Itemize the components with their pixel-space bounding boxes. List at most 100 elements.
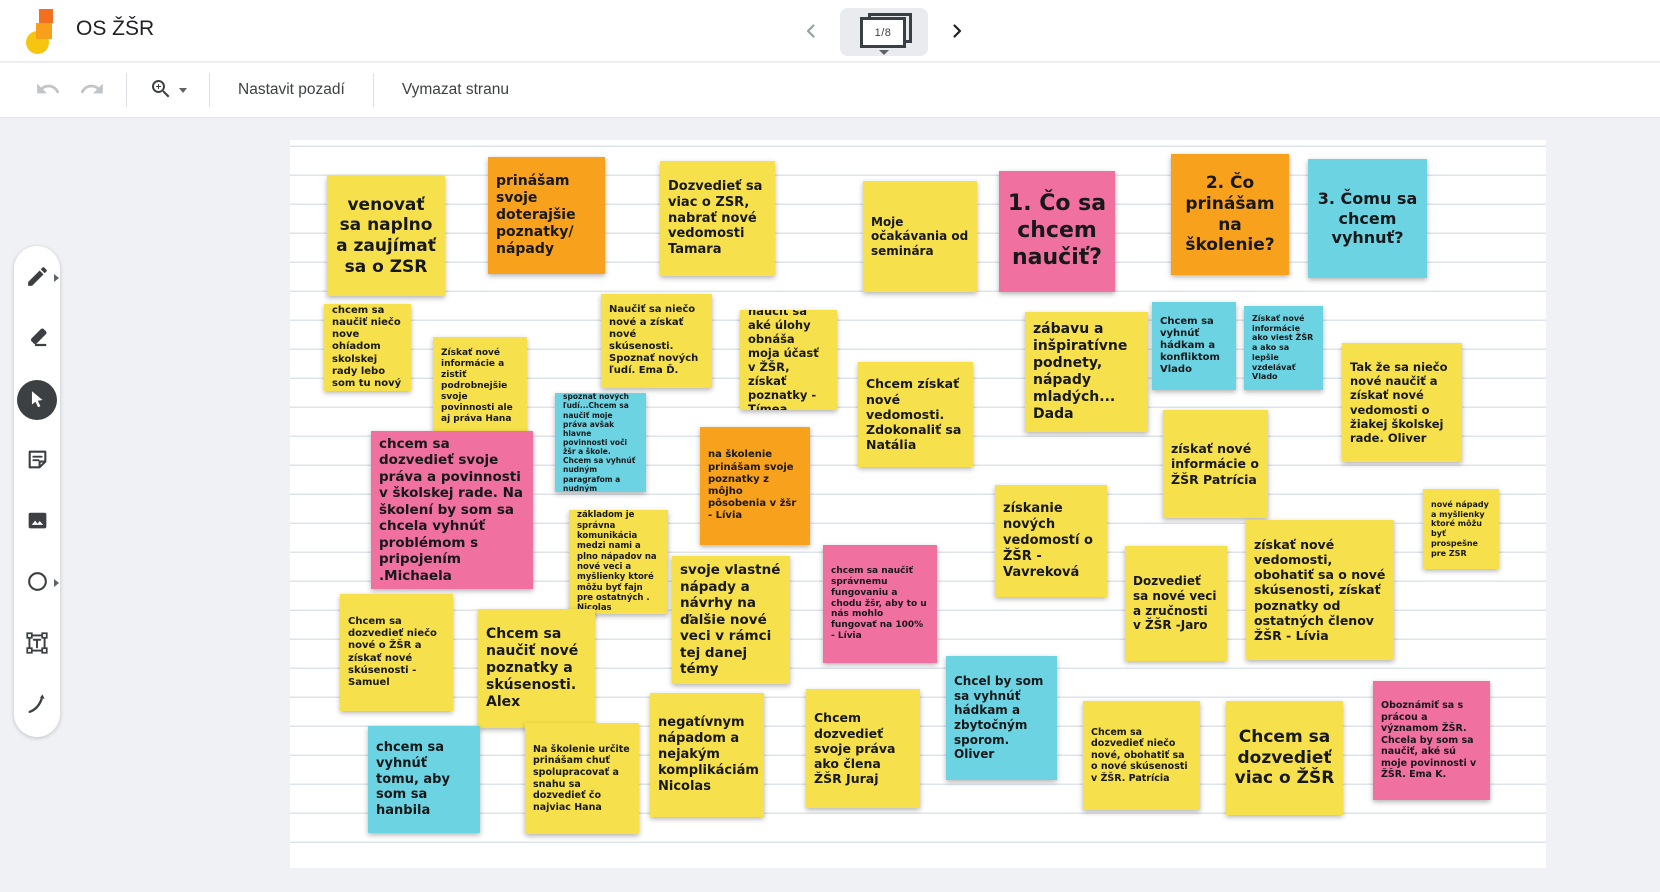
sticky-note[interactable]: získanie nových vedomostí o ŽŠR - Vavrek… [995, 485, 1107, 597]
chevron-right-icon [945, 19, 969, 46]
sticky-note-text: Získať nové informácie a zistiť podrobne… [441, 348, 519, 425]
tool-laser[interactable] [17, 685, 57, 725]
pen-icon [25, 264, 50, 292]
text-box-icon [24, 630, 50, 659]
previous-frame-button[interactable] [798, 19, 824, 45]
sticky-note[interactable]: Chcem získať nové vedomosti. Zdokonaliť … [858, 362, 973, 467]
sticky-note[interactable]: Naučiť sa niečo nové a získať nové skúse… [601, 294, 712, 388]
sticky-note[interactable]: chcem sa vyhnúť tomu, aby som sa hanbila [368, 726, 480, 833]
sticky-note[interactable]: Chcem sa dozvedieť niečo nové o ŽŠR a zí… [340, 594, 453, 711]
sticky-note[interactable]: prinášam svoje doterajšie poznatky/ nápa… [488, 157, 605, 274]
sticky-note[interactable]: Chcem dozvedieť svoje práva ako člena ŽŠ… [806, 689, 920, 808]
logo-square-top [39, 9, 53, 23]
sticky-note[interactable]: zábavu a inšpiratívne podnety, nápady ml… [1025, 312, 1148, 432]
sticky-note-text: 2. Čo prinášam na školenie? [1179, 173, 1281, 256]
sticky-note-text: Chcem dozvedieť svoje práva ako člena ŽŠ… [814, 710, 912, 786]
eraser-icon [25, 325, 50, 353]
undo-button[interactable] [26, 68, 70, 112]
select-cursor-icon [26, 388, 48, 413]
sticky-note[interactable]: základom je správna komunikácia medzi na… [569, 510, 668, 614]
sticky-note-text: chcem sa dozvedieť svoje práva a povinno… [379, 436, 525, 584]
sticky-note-text: Získať nové informácie ako viest ŽŠR a a… [1252, 314, 1315, 382]
toolbar-divider [209, 73, 210, 107]
sticky-note[interactable]: nové nápady a myšlienky ktoré môžu byť p… [1423, 489, 1499, 569]
sticky-note[interactable]: Dozvedieť sa viac o ZSR, nabrať nové ved… [660, 161, 775, 276]
jamboard-logo-icon[interactable] [26, 9, 64, 55]
tool-rail [14, 246, 60, 737]
app-header: OS ŽŠR 1/8 [0, 0, 1660, 62]
sticky-note-text: chcem sa naučiť niečo nove ohíadom skols… [332, 305, 403, 390]
caret-right-icon [54, 274, 59, 282]
sticky-note[interactable]: Obohatiť sa o nové vedomosti, zručnosti.… [555, 393, 646, 492]
board-canvas[interactable]: venovať sa naplno a zaujímať sa o ZSR pri… [290, 140, 1546, 868]
frame-selector-button[interactable]: 1/8 [840, 8, 928, 56]
sticky-note-text: získať nové vedomosti, obohatiť sa o nov… [1254, 537, 1386, 644]
sticky-note-text: Oboznámiť sa s prácou a významom ŽŠR. Ch… [1381, 700, 1482, 781]
sticky-note[interactable]: Získať nové informácie a zistiť podrobne… [433, 337, 527, 436]
sticky-note[interactable]: negatívnym nápadom a nejakým komplikáciá… [650, 693, 764, 817]
sticky-note[interactable]: Tak že sa niečo nové naučiť a získať nov… [1342, 343, 1462, 462]
tool-select[interactable] [17, 380, 57, 420]
set-background-button[interactable]: Nastavit pozadí [222, 71, 361, 109]
sticky-note[interactable]: Na školenie určite prinášam chuť spolupr… [525, 723, 639, 834]
sticky-note-text: Chcem sa dozvedieť viac o ŽŠR [1234, 727, 1335, 789]
sticky-note[interactable]: chcem sa naučiť správnemu fungovaniu a c… [823, 545, 937, 663]
tool-sticky-note[interactable] [17, 441, 57, 481]
clear-frame-button[interactable]: Vymazat stranu [386, 71, 525, 109]
sticky-note-text: Chcem sa dozvedieť niečo nové o ŽŠR a zí… [348, 616, 445, 689]
image-icon [25, 508, 50, 536]
sticky-note[interactable]: Moje očakávania od seminára [863, 181, 977, 292]
sticky-note-text: 1. Čo sa chcem naučiť? [1007, 191, 1107, 271]
sticky-note-text: venovať sa naplno a zaujímať sa o ZSR [335, 195, 437, 278]
sticky-note-text: Chcel by som sa vyhnúť hádkam a zbytočný… [954, 674, 1049, 762]
sticky-note[interactable]: Chcem sa vyhnúť hádkam a konfliktom Vlad… [1152, 302, 1236, 390]
sticky-note-text: 3. Čomu sa chcem vyhnuť? [1316, 189, 1419, 248]
sticky-note[interactable]: 3. Čomu sa chcem vyhnuť? [1308, 159, 1427, 278]
sticky-note-text: na školenie prinášam svoje poznatky z mô… [708, 449, 802, 522]
frame-counter-box: 1/8 [860, 17, 906, 48]
sticky-note[interactable]: naučiť sa aké úlohy obnáša moja účasť v … [740, 310, 837, 410]
caret-right-icon [54, 579, 59, 587]
zoom-button[interactable] [139, 68, 197, 112]
sticky-note-text: Chcem sa dozvedieť niečo nové, obohatiť … [1091, 727, 1192, 785]
sticky-note[interactable]: na školenie prinášam svoje poznatky z mô… [700, 427, 810, 545]
sticky-note[interactable]: získať nové informácie o ŽŠR Patrícia [1163, 410, 1268, 518]
frame-counter: 1/8 [875, 27, 892, 39]
sticky-note[interactable]: Chcel by som sa vyhnúť hádkam a zbytočný… [946, 656, 1057, 780]
sticky-note-text: Chcem získať nové vedomosti. Zdokonaliť … [866, 376, 965, 452]
sticky-note-text: prinášam svoje doterajšie poznatky/ nápa… [496, 173, 597, 258]
sticky-note[interactable]: získať nové vedomosti, obohatiť sa o nov… [1246, 520, 1394, 660]
sticky-note[interactable]: Chcem sa dozvedieť niečo nové, obohatiť … [1083, 701, 1200, 810]
jamboard-app: OS ŽŠR 1/8 [0, 0, 1660, 892]
sticky-note[interactable]: chcem sa dozvedieť svoje práva a povinno… [371, 431, 533, 589]
sticky-note[interactable]: venovať sa naplno a zaujímať sa o ZSR [327, 176, 445, 296]
sticky-note-text: Obohatiť sa o nové vedomosti, zručnosti.… [563, 393, 638, 492]
toolbar-divider [126, 73, 127, 107]
sticky-note[interactable]: Chcem sa dozvedieť viac o ŽŠR [1226, 701, 1343, 815]
sticky-note[interactable]: svoje vlastné nápady a návrhy na ďalšie … [672, 556, 790, 684]
redo-button[interactable] [70, 68, 114, 112]
tool-image[interactable] [17, 502, 57, 542]
tool-shape[interactable] [17, 563, 57, 603]
toolbar: Nastavit pozadí Vymazat stranu [0, 63, 1660, 118]
jam-title[interactable]: OS ŽŠR [76, 17, 154, 41]
circle-shape-icon [25, 569, 50, 597]
redo-icon [79, 76, 105, 105]
sticky-note[interactable]: Získať nové informácie ako viest ŽŠR a a… [1244, 306, 1323, 390]
sticky-note-text: Dozvedieť sa viac o ZSR, nabrať nové ved… [668, 179, 767, 258]
sticky-note[interactable]: Chcem sa naučiť nové poznatky a skúsenos… [478, 609, 595, 728]
sticky-note[interactable]: 2. Čo prinášam na školenie? [1171, 154, 1289, 275]
logo-square-mid [36, 23, 52, 39]
sticky-note-text: Dozvedieť sa nové veci a zručnosti v ŽŠR… [1133, 574, 1219, 633]
next-frame-button[interactable] [944, 19, 970, 45]
tool-pen[interactable] [17, 258, 57, 298]
sticky-note-text: Naučiť sa niečo nové a získať nové skúse… [609, 304, 704, 377]
tool-eraser[interactable] [17, 319, 57, 359]
sticky-note[interactable]: Dozvedieť sa nové veci a zručnosti v ŽŠR… [1125, 546, 1227, 661]
sticky-note[interactable]: Oboznámiť sa s prácou a významom ŽŠR. Ch… [1373, 681, 1490, 800]
sticky-note[interactable]: 1. Čo sa chcem naučiť? [999, 171, 1115, 292]
sticky-note-text: svoje vlastné nápady a návrhy na ďalšie … [680, 562, 782, 677]
sticky-note[interactable]: chcem sa naučiť niečo nove ohíadom skols… [324, 304, 411, 391]
tool-text-box[interactable] [17, 624, 57, 664]
sticky-note-icon [25, 447, 50, 475]
